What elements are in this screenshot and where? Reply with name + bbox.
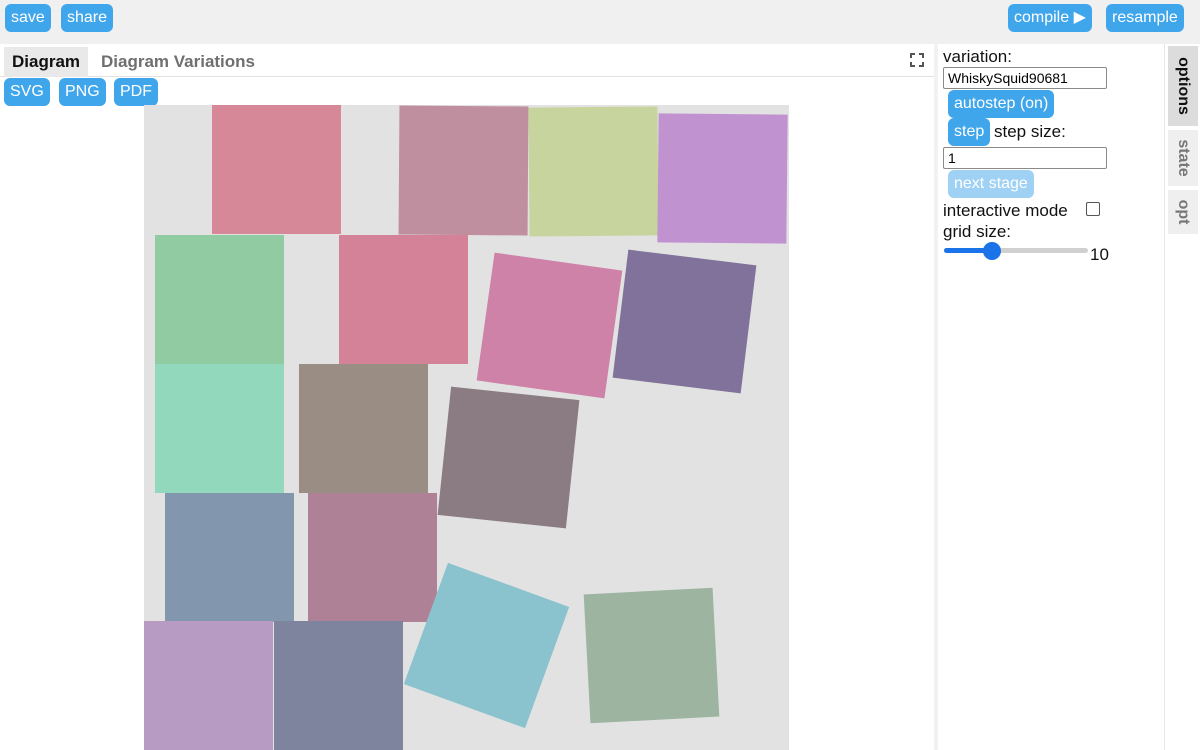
side-tab-options[interactable]: options (1168, 46, 1198, 126)
diagram-square[interactable] (528, 106, 659, 237)
fullscreen-icon[interactable] (910, 53, 924, 67)
top-toolbar: save share compile ▶ resample (0, 0, 1200, 44)
interactive-mode-label: interactive mode (943, 201, 1068, 220)
tab-diagram[interactable]: Diagram (4, 47, 89, 77)
diagram-square[interactable] (212, 105, 341, 234)
side-tab-options-label: options (1175, 57, 1192, 115)
variation-label: variation: (943, 47, 1012, 66)
diagram-square[interactable] (398, 105, 529, 236)
side-tab-opt[interactable]: opt (1168, 190, 1198, 234)
diagram-square[interactable] (583, 587, 720, 724)
diagram-tabs: Diagram Diagram Variations (0, 44, 934, 77)
export-pdf-button[interactable]: PDF (114, 78, 158, 106)
save-button[interactable]: save (5, 4, 51, 32)
resample-button[interactable]: resample (1106, 4, 1184, 32)
autostep-button[interactable]: autostep (on) (948, 90, 1055, 118)
grid-size-label: grid size: (943, 222, 1012, 241)
diagram-square[interactable] (476, 252, 623, 399)
diagram-square[interactable] (155, 364, 284, 493)
next-stage-button[interactable]: next stage (948, 170, 1034, 198)
diagram-square[interactable] (339, 235, 468, 364)
grid-size-value: 10 (1090, 245, 1109, 264)
diagram-pane: Diagram Diagram Variations SVG PNG PDF (0, 44, 934, 750)
side-tab-state-label: state (1175, 139, 1192, 177)
side-tab-opt-label: opt (1175, 199, 1192, 225)
diagram-square[interactable] (144, 621, 273, 750)
share-button[interactable]: share (61, 4, 114, 32)
tab-diagram-variations[interactable]: Diagram Variations (93, 47, 263, 77)
grid-size-slider[interactable] (944, 242, 1088, 260)
diagram-square[interactable] (299, 364, 428, 493)
diagram-square[interactable] (155, 235, 284, 364)
export-png-button[interactable]: PNG (59, 78, 106, 106)
side-tabs: options state opt (1164, 44, 1200, 750)
interactive-mode-checkbox[interactable] (1086, 202, 1100, 216)
diagram-canvas[interactable] (144, 105, 789, 750)
diagram-square[interactable] (308, 493, 437, 622)
diagram-square[interactable] (437, 386, 580, 529)
step-size-input[interactable]: 1 (943, 147, 1107, 169)
export-svg-button[interactable]: SVG (4, 78, 50, 106)
diagram-square[interactable] (274, 621, 403, 750)
diagram-square[interactable] (612, 249, 757, 394)
step-button[interactable]: step (948, 118, 991, 146)
side-tab-state[interactable]: state (1168, 130, 1198, 186)
slider-thumb[interactable] (982, 242, 1001, 260)
options-panel: variation: WhiskySquid90681 autostep (on… (938, 44, 1164, 750)
diagram-square[interactable] (165, 493, 294, 622)
step-size-label: step size: (994, 122, 1066, 141)
diagram-square[interactable] (657, 113, 788, 244)
compile-button[interactable]: compile ▶ (1008, 4, 1092, 32)
variation-input[interactable]: WhiskySquid90681 (943, 67, 1107, 89)
